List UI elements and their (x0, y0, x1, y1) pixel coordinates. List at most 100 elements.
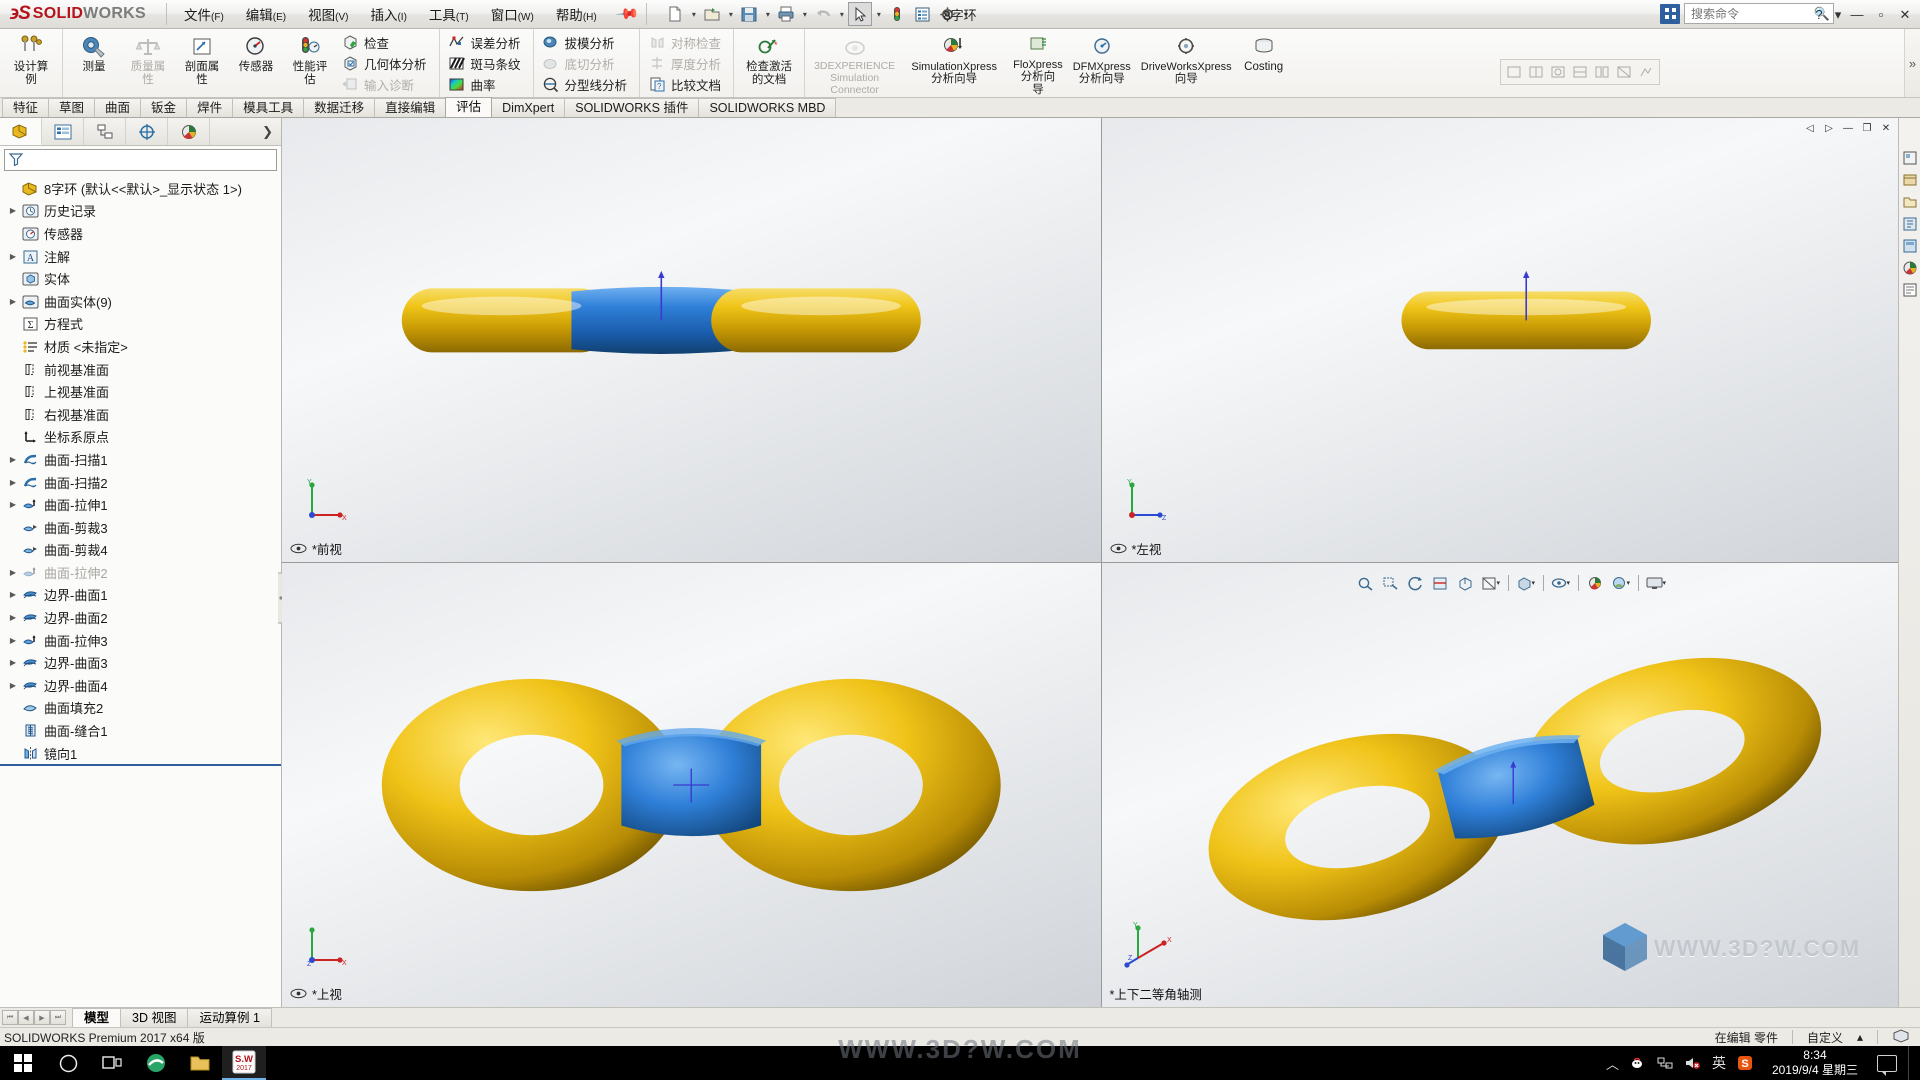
display-style-icon[interactable]: ▾ (1515, 573, 1537, 593)
volume-muted-icon[interactable] (1684, 1056, 1701, 1070)
tree-filter-input[interactable] (4, 149, 277, 171)
expand-arrow-icon[interactable]: ▶ (6, 478, 20, 487)
toolbar-icon-5[interactable] (1592, 62, 1612, 82)
tree-node[interactable]: 实体 (0, 267, 281, 290)
close-button[interactable]: ✕ (1894, 4, 1916, 26)
tab-weldments[interactable]: 焊件 (186, 98, 234, 117)
section-view-icon[interactable] (1430, 573, 1452, 593)
zebra-stripes-button[interactable]: 斑马条纹 (446, 53, 527, 74)
menu-view[interactable]: 视图(V) (297, 0, 359, 28)
symmetry-check-button[interactable]: 对称检查 (646, 32, 727, 53)
select-cursor-icon[interactable] (848, 2, 873, 26)
view-settings-display-icon[interactable]: ▾ (1645, 573, 1667, 593)
settings-gear-icon[interactable] (935, 2, 959, 26)
view-settings-icon[interactable]: ▾ (1480, 573, 1502, 593)
tree-node[interactable]: ▶ 曲面-拉伸2 (0, 561, 281, 584)
measure-button[interactable]: 测量 (67, 29, 121, 97)
new-document-caret[interactable]: ▾ (688, 3, 699, 25)
compare-documents-button[interactable]: ? 比较文档 (646, 74, 727, 95)
toolbar-icon-3[interactable] (1548, 62, 1568, 82)
new-document-icon[interactable] (663, 2, 687, 26)
tree-node[interactable]: 曲面-剪裁3 (0, 516, 281, 539)
tree-node[interactable]: ▶ A 注解 (0, 245, 281, 268)
viewport-minimize-button[interactable]: — (1840, 121, 1856, 135)
expand-arrow-icon[interactable]: ▶ (6, 590, 20, 599)
tree-node[interactable]: Σ 方程式 (0, 313, 281, 336)
tab-sketch[interactable]: 草图 (48, 98, 96, 117)
show-desktop-button[interactable] (1908, 1046, 1914, 1080)
panel-expand-chevron-right-icon[interactable]: ❯ (210, 118, 281, 145)
ribbon-overflow-button[interactable]: » (1904, 29, 1920, 97)
sensor-button[interactable]: 传感器 (229, 29, 283, 97)
zoom-to-fit-icon[interactable] (1355, 573, 1377, 593)
configuration-manager-tab[interactable] (84, 118, 126, 145)
expand-arrow-icon[interactable]: ▶ (6, 681, 20, 690)
performance-evaluation-button[interactable]: 性能评 估 (283, 29, 337, 97)
help-button[interactable]: ? (1808, 4, 1830, 26)
toolbar-icon-7[interactable] (1636, 62, 1656, 82)
tree-node[interactable]: ▶ 曲面-拉伸1 (0, 493, 281, 516)
pushpin-icon[interactable]: 📌 (614, 1, 640, 27)
tree-node[interactable]: 镜向1 (0, 742, 281, 765)
apply-scene-icon[interactable]: ▾ (1610, 573, 1632, 593)
tab-nav-next[interactable]: ▶ (34, 1010, 50, 1025)
network-icon[interactable] (1657, 1056, 1673, 1070)
tab-solidworks-mbd[interactable]: SOLIDWORKS MBD (698, 98, 837, 117)
save-caret[interactable]: ▾ (762, 3, 773, 25)
expand-arrow-icon[interactable]: ▶ (6, 658, 20, 667)
menu-insert[interactable]: 插入(I) (359, 0, 417, 28)
tab-sheetmetal[interactable]: 钣金 (140, 98, 188, 117)
dfmxpress-button[interactable]: DFMXpress 分析向导 (1068, 29, 1136, 97)
task-view-icon[interactable] (90, 1046, 134, 1080)
toolbar-icon-2[interactable] (1526, 62, 1546, 82)
tree-node[interactable]: ▶ 曲面-扫描2 (0, 471, 281, 494)
expand-arrow-icon[interactable]: ▶ (6, 568, 20, 577)
tab-nav-first[interactable]: ⏮ (2, 1010, 18, 1025)
undo-caret[interactable]: ▾ (836, 3, 847, 25)
tab-mold-tools[interactable]: 模具工具 (232, 98, 305, 117)
expand-arrow-icon[interactable]: ▶ (6, 297, 20, 306)
view-palette-2-icon[interactable] (1900, 236, 1919, 255)
maximize-button[interactable]: ▫ (1870, 4, 1892, 26)
expand-arrow-icon[interactable]: ▶ (6, 613, 20, 622)
tree-node[interactable]: 右视基准面 (0, 403, 281, 426)
section-properties-button[interactable]: 剖面属 性 (175, 29, 229, 97)
windows-start-icon[interactable] (0, 1046, 46, 1080)
3dexperience-simulation-button[interactable]: 3DEXPERIENCE Simulation Connector (809, 29, 900, 97)
tree-node[interactable]: ▶ 曲面-扫描1 (0, 448, 281, 471)
folder-app-icon[interactable] (178, 1046, 222, 1080)
toolbar-icon-4[interactable] (1570, 62, 1590, 82)
select-caret[interactable]: ▾ (873, 3, 884, 25)
view-orientation-icon[interactable] (1455, 573, 1477, 593)
options-list-icon[interactable] (910, 2, 934, 26)
tree-node[interactable]: ▶ 历史记录 (0, 200, 281, 223)
viewport-prev-button[interactable]: ◁ (1802, 121, 1818, 135)
expand-arrow-icon[interactable]: ▶ (6, 252, 20, 261)
tree-node[interactable]: ▶ 边界-曲面1 (0, 584, 281, 607)
menu-file[interactable]: 文件(F) (173, 0, 235, 28)
feature-manager-tab[interactable] (0, 118, 42, 145)
appearances-scenes-icon[interactable] (1900, 258, 1919, 277)
expand-arrow-icon[interactable]: ▶ (6, 206, 20, 215)
viewport-close-button[interactable]: ✕ (1878, 121, 1894, 135)
tree-node[interactable]: 前视基准面 (0, 358, 281, 381)
hide-show-items-icon[interactable]: ▾ (1550, 573, 1572, 593)
dimxpert-manager-tab[interactable] (126, 118, 168, 145)
viewport-top[interactable]: XZ *上视 (282, 563, 1101, 1007)
tab-nav-last[interactable]: ⏭ (50, 1010, 66, 1025)
status-custom-units[interactable]: 自定义 (1807, 1029, 1843, 1046)
deviation-analysis-button[interactable]: 误差分析 (446, 32, 527, 53)
costing-button[interactable]: Costing (1237, 29, 1291, 97)
view-palette-icon[interactable] (1900, 148, 1919, 167)
viewport-next-button[interactable]: ▷ (1821, 121, 1837, 135)
curvature-button[interactable]: 曲率 (446, 74, 527, 95)
open-document-caret[interactable]: ▾ (725, 3, 736, 25)
cortana-search-icon[interactable] (46, 1046, 90, 1080)
draft-analysis-button[interactable]: 拔模分析 (540, 32, 634, 53)
tab-direct-editing[interactable]: 直接编辑 (374, 98, 447, 117)
tree-node[interactable]: 坐标系原点 (0, 426, 281, 449)
viewport-iso[interactable]: ▾ ▾ ▾ ▾ ▾ YXZ *上下二等角轴测 WWW.3D?W.COM (1101, 563, 1920, 1007)
tray-app-icon[interactable] (1630, 1056, 1646, 1070)
expand-arrow-icon[interactable]: ▶ (6, 636, 20, 645)
tree-node[interactable]: ▶ 曲面-拉伸3 (0, 629, 281, 652)
